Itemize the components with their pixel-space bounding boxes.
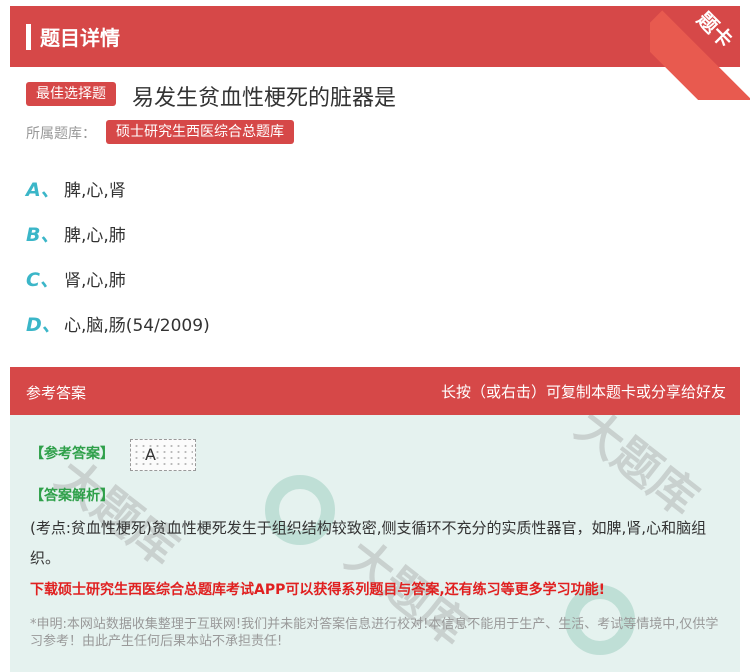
reference-answer-image: A xyxy=(130,439,196,471)
option-letter: A、 xyxy=(26,178,60,201)
page-title: 题目详情 xyxy=(40,26,120,50)
explanation-text: (考点:贫血性梗死)贫血性梗死发生于组织结构较致密,侧支循环不充分的实质性器官，… xyxy=(30,519,707,567)
detail-header: 题目详情 xyxy=(10,6,740,67)
answer-section: 大题库 大题库 大题库 参考答案 长按（或右击）可复制本题卡或分享给好友 【参考… xyxy=(10,367,740,672)
option-d[interactable]: D、 心,脑,肠(54/2009) xyxy=(26,310,210,336)
app-download-promo[interactable]: 下载硕士研究生西医综合总题库考试APP可以获得系列题目与答案,还有练习等更多学习… xyxy=(30,579,605,599)
copy-share-hint: 长按（或右击）可复制本题卡或分享给好友 xyxy=(440,383,726,401)
option-text: 心,脑,肠(54/2009) xyxy=(64,315,210,336)
header-accent-bar xyxy=(26,24,31,50)
corner-ribbon: 题卡 xyxy=(650,0,750,100)
bank-name-link[interactable]: 硕士研究生西医综合总题库 xyxy=(106,120,294,144)
bank-label: 所属题库： xyxy=(26,126,96,142)
option-b[interactable]: B、 脾,心,肺 xyxy=(26,220,126,246)
option-a[interactable]: A、 脾,心,肾 xyxy=(26,175,126,201)
option-text: 肾,心,肺 xyxy=(64,270,126,291)
question-text: 易发生贫血性梗死的脏器是 xyxy=(132,86,397,111)
answer-header-title: 参考答案 xyxy=(26,384,87,402)
option-letter: D、 xyxy=(26,313,61,336)
option-c[interactable]: C、 肾,心,肺 xyxy=(26,265,126,291)
corner-label: 题卡 xyxy=(692,6,738,53)
option-text: 脾,心,肾 xyxy=(64,180,126,201)
disclaimer-text: *申明:本网站数据收集整理于互联网!我们并未能对答案信息进行校对!本信息不能用于… xyxy=(30,617,719,649)
question-type-badge: 最佳选择题 xyxy=(26,82,116,106)
answer-header: 参考答案 长按（或右击）可复制本题卡或分享给好友 xyxy=(10,367,740,415)
option-letter: C、 xyxy=(26,268,59,291)
option-text: 脾,心,肺 xyxy=(64,225,126,246)
explanation-label: 【答案解析】 xyxy=(30,488,114,504)
reference-answer-label: 【参考答案】 xyxy=(30,446,114,462)
option-letter: B、 xyxy=(26,223,60,246)
reference-answer-value: A xyxy=(145,445,156,464)
